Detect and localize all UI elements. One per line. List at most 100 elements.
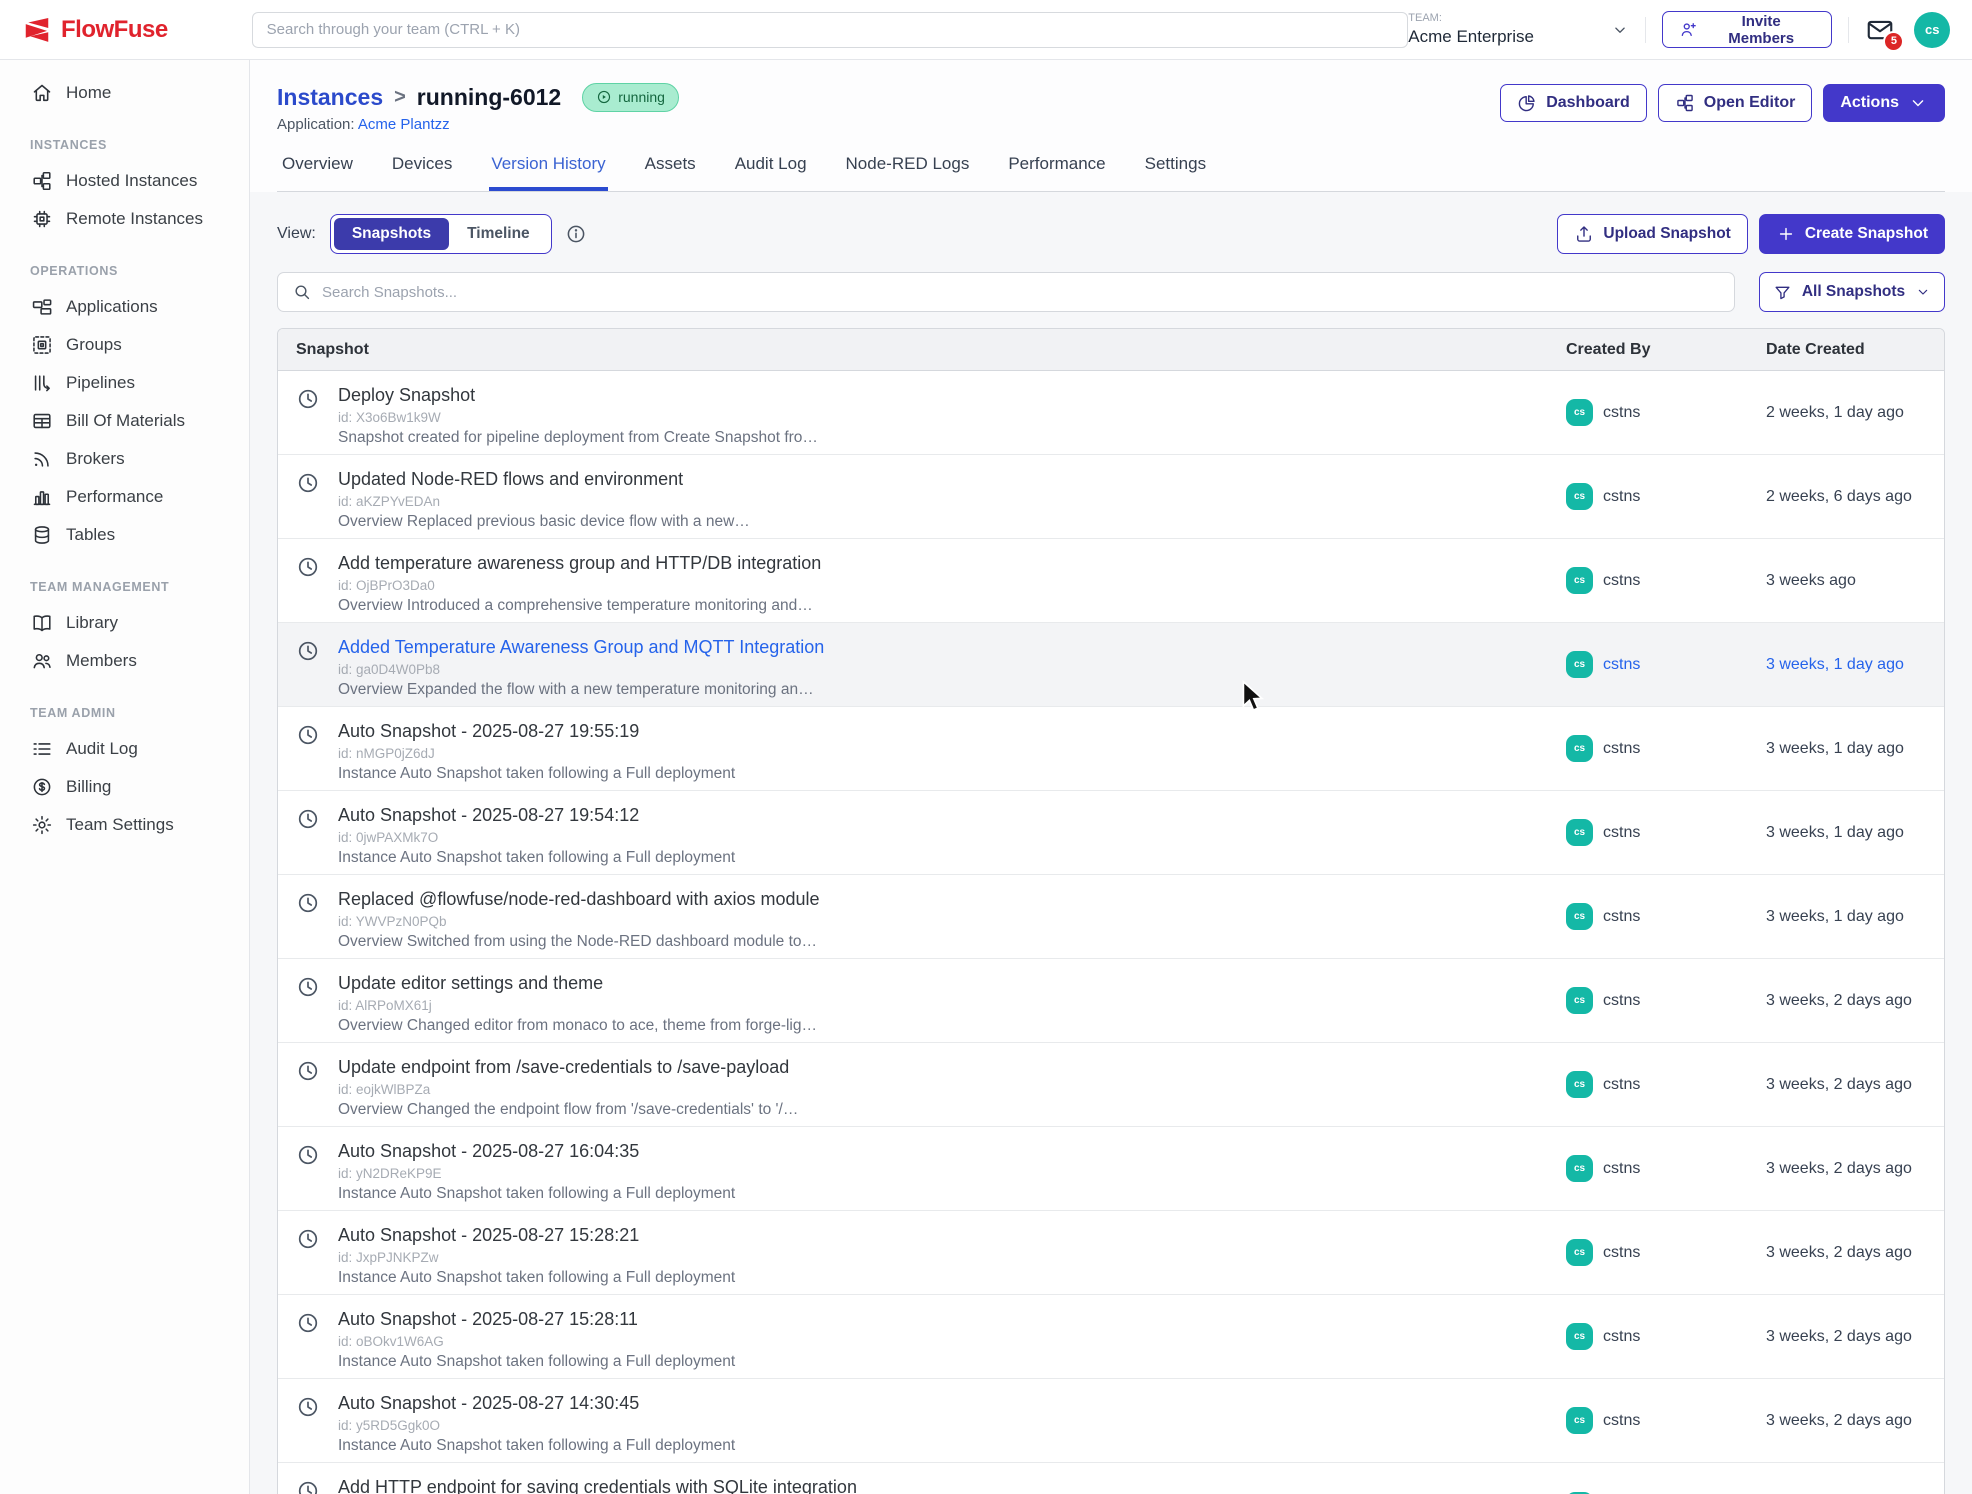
snapshot-id: id: X3o6Bw1k9W bbox=[338, 410, 818, 425]
db-icon bbox=[31, 524, 53, 546]
snapshot-filter-dropdown[interactable]: All Snapshots bbox=[1759, 272, 1945, 312]
snapshot-title[interactable]: Update endpoint from /save-credentials t… bbox=[338, 1056, 798, 1079]
clock-icon bbox=[296, 1143, 320, 1167]
sidebar-section-label: TEAM ADMIN bbox=[30, 706, 249, 720]
info-icon[interactable] bbox=[565, 223, 587, 245]
table-row[interactable]: Deploy Snapshot id: X3o6Bw1k9W Snapshot … bbox=[278, 371, 1944, 455]
notifications-button[interactable]: 5 bbox=[1865, 15, 1899, 45]
view-label: View: bbox=[277, 225, 316, 243]
flowfuse-logo[interactable]: FlowFuse bbox=[22, 15, 252, 45]
snapshot-title[interactable]: Auto Snapshot - 2025-08-27 15:28:21 bbox=[338, 1224, 735, 1247]
search-icon bbox=[292, 282, 312, 302]
snapshot-description: Instance Auto Snapshot taken following a… bbox=[338, 765, 735, 783]
sidebar-item-performance[interactable]: Performance bbox=[0, 478, 249, 516]
team-selector[interactable]: TEAM: Acme Enterprise bbox=[1408, 12, 1629, 47]
sidebar-item-tables[interactable]: Tables bbox=[0, 516, 249, 554]
application-link[interactable]: Acme Plantzz bbox=[358, 116, 450, 133]
apps-icon bbox=[31, 296, 53, 318]
view-segment-timeline[interactable]: Timeline bbox=[449, 218, 548, 250]
snapshot-title[interactable]: Auto Snapshot - 2025-08-27 19:55:19 bbox=[338, 720, 735, 743]
sidebar-item-label: Tables bbox=[66, 525, 115, 545]
table-row[interactable]: Update editor settings and theme id: AlR… bbox=[278, 959, 1944, 1043]
sidebar-item-library[interactable]: Library bbox=[0, 604, 249, 642]
snapshot-title[interactable]: Auto Snapshot - 2025-08-27 16:04:35 bbox=[338, 1140, 735, 1163]
sidebar-item-audit-log[interactable]: Audit Log bbox=[0, 730, 249, 768]
snapshot-title[interactable]: Add temperature awareness group and HTTP… bbox=[338, 552, 821, 575]
table-row[interactable]: Auto Snapshot - 2025-08-27 15:28:11 id: … bbox=[278, 1295, 1944, 1379]
table-row[interactable]: Updated Node-RED flows and environment i… bbox=[278, 455, 1944, 539]
divider bbox=[1848, 17, 1849, 43]
open-editor-button-label: Open Editor bbox=[1704, 94, 1796, 112]
avatar: cs bbox=[1566, 819, 1593, 846]
table-row[interactable]: Auto Snapshot - 2025-08-27 15:28:21 id: … bbox=[278, 1211, 1944, 1295]
clock-icon bbox=[296, 1479, 320, 1494]
user-avatar[interactable]: cs bbox=[1914, 12, 1950, 48]
actions-button[interactable]: Actions bbox=[1823, 84, 1945, 122]
snapshot-title[interactable]: Auto Snapshot - 2025-08-27 14:30:45 bbox=[338, 1392, 735, 1415]
snapshot-title[interactable]: Added Temperature Awareness Group and MQ… bbox=[338, 636, 824, 659]
tab-version-history[interactable]: Version History bbox=[489, 154, 607, 191]
tab-audit-log[interactable]: Audit Log bbox=[733, 154, 809, 191]
snapshot-title[interactable]: Replaced @flowfuse/node-red-dashboard wi… bbox=[338, 888, 820, 911]
table-row[interactable]: Auto Snapshot - 2025-08-27 16:04:35 id: … bbox=[278, 1127, 1944, 1211]
chevron-down-icon bbox=[1915, 284, 1931, 300]
table-row[interactable]: Add HTTP endpoint for saving credentials… bbox=[278, 1463, 1944, 1494]
divider bbox=[1645, 17, 1646, 43]
tab-overview[interactable]: Overview bbox=[280, 154, 355, 191]
table-row[interactable]: Auto Snapshot - 2025-08-27 19:55:19 id: … bbox=[278, 707, 1944, 791]
sidebar-item-applications[interactable]: Applications bbox=[0, 288, 249, 326]
snapshot-search-input[interactable] bbox=[322, 284, 1720, 301]
table-row[interactable]: Auto Snapshot - 2025-08-27 14:30:45 id: … bbox=[278, 1379, 1944, 1463]
status-badge-label: running bbox=[618, 89, 665, 105]
flowfuse-logo-icon bbox=[22, 15, 52, 45]
sidebar-item-home[interactable]: Home bbox=[0, 74, 249, 112]
sidebar-item-hosted-instances[interactable]: Hosted Instances bbox=[0, 162, 249, 200]
sidebar-item-remote-instances[interactable]: Remote Instances bbox=[0, 200, 249, 238]
snapshot-title[interactable]: Add HTTP endpoint for saving credentials… bbox=[338, 1476, 857, 1494]
open-editor-button[interactable]: Open Editor bbox=[1658, 84, 1813, 122]
snapshot-title[interactable]: Updated Node-RED flows and environment bbox=[338, 468, 750, 491]
breadcrumb-instances-link[interactable]: Instances bbox=[277, 84, 383, 111]
main-content: Instances > running-6012 running Applica… bbox=[250, 60, 1972, 1494]
sidebar-item-label: Hosted Instances bbox=[66, 171, 197, 191]
snapshot-title[interactable]: Update editor settings and theme bbox=[338, 972, 817, 995]
date-created: 2 weeks, 6 days ago bbox=[1766, 455, 1944, 538]
dashboard-button[interactable]: Dashboard bbox=[1500, 84, 1647, 122]
table-row[interactable]: Added Temperature Awareness Group and MQ… bbox=[278, 623, 1944, 707]
table-row[interactable]: Replaced @flowfuse/node-red-dashboard wi… bbox=[278, 875, 1944, 959]
sidebar-item-billing[interactable]: Billing bbox=[0, 768, 249, 806]
create-snapshot-label: Create Snapshot bbox=[1805, 225, 1928, 243]
sidebar-item-members[interactable]: Members bbox=[0, 642, 249, 680]
team-search-input[interactable] bbox=[252, 12, 1409, 48]
tab-performance[interactable]: Performance bbox=[1006, 154, 1107, 191]
snapshot-description: Overview Introduced a comprehensive temp… bbox=[338, 597, 821, 615]
sidebar-item-brokers[interactable]: Brokers bbox=[0, 440, 249, 478]
sidebar-item-pipelines[interactable]: Pipelines bbox=[0, 364, 249, 402]
snapshot-title[interactable]: Deploy Snapshot bbox=[338, 384, 818, 407]
invite-members-button[interactable]: Invite Members bbox=[1662, 11, 1831, 48]
snapshot-id: id: YWVPzN0PQb bbox=[338, 914, 820, 929]
tab-assets[interactable]: Assets bbox=[643, 154, 698, 191]
tab-settings[interactable]: Settings bbox=[1143, 154, 1208, 191]
table-row[interactable]: Add temperature awareness group and HTTP… bbox=[278, 539, 1944, 623]
tab-node-red-logs[interactable]: Node-RED Logs bbox=[844, 154, 972, 191]
upload-snapshot-button[interactable]: Upload Snapshot bbox=[1557, 214, 1747, 254]
snapshot-title[interactable]: Auto Snapshot - 2025-08-27 19:54:12 bbox=[338, 804, 735, 827]
table-row[interactable]: Update endpoint from /save-credentials t… bbox=[278, 1043, 1944, 1127]
date-created: 3 weeks, 2 days ago bbox=[1766, 1463, 1944, 1494]
plus-icon bbox=[1776, 224, 1796, 244]
date-created: 3 weeks, 2 days ago bbox=[1766, 1379, 1944, 1462]
table-row[interactable]: Auto Snapshot - 2025-08-27 19:54:12 id: … bbox=[278, 791, 1944, 875]
sidebar-item-groups[interactable]: Groups bbox=[0, 326, 249, 364]
create-snapshot-button[interactable]: Create Snapshot bbox=[1759, 214, 1945, 254]
chip-icon bbox=[31, 208, 53, 230]
sidebar-item-team-settings[interactable]: Team Settings bbox=[0, 806, 249, 844]
sidebar-item-bill-of-materials[interactable]: Bill Of Materials bbox=[0, 402, 249, 440]
created-by: cstns bbox=[1603, 1412, 1640, 1430]
notification-count-badge: 5 bbox=[1883, 31, 1904, 52]
avatar: cs bbox=[1566, 735, 1593, 762]
view-segment-snapshots[interactable]: Snapshots bbox=[334, 218, 449, 250]
snapshot-title[interactable]: Auto Snapshot - 2025-08-27 15:28:11 bbox=[338, 1308, 735, 1331]
currency-icon bbox=[31, 776, 53, 798]
tab-devices[interactable]: Devices bbox=[390, 154, 454, 191]
